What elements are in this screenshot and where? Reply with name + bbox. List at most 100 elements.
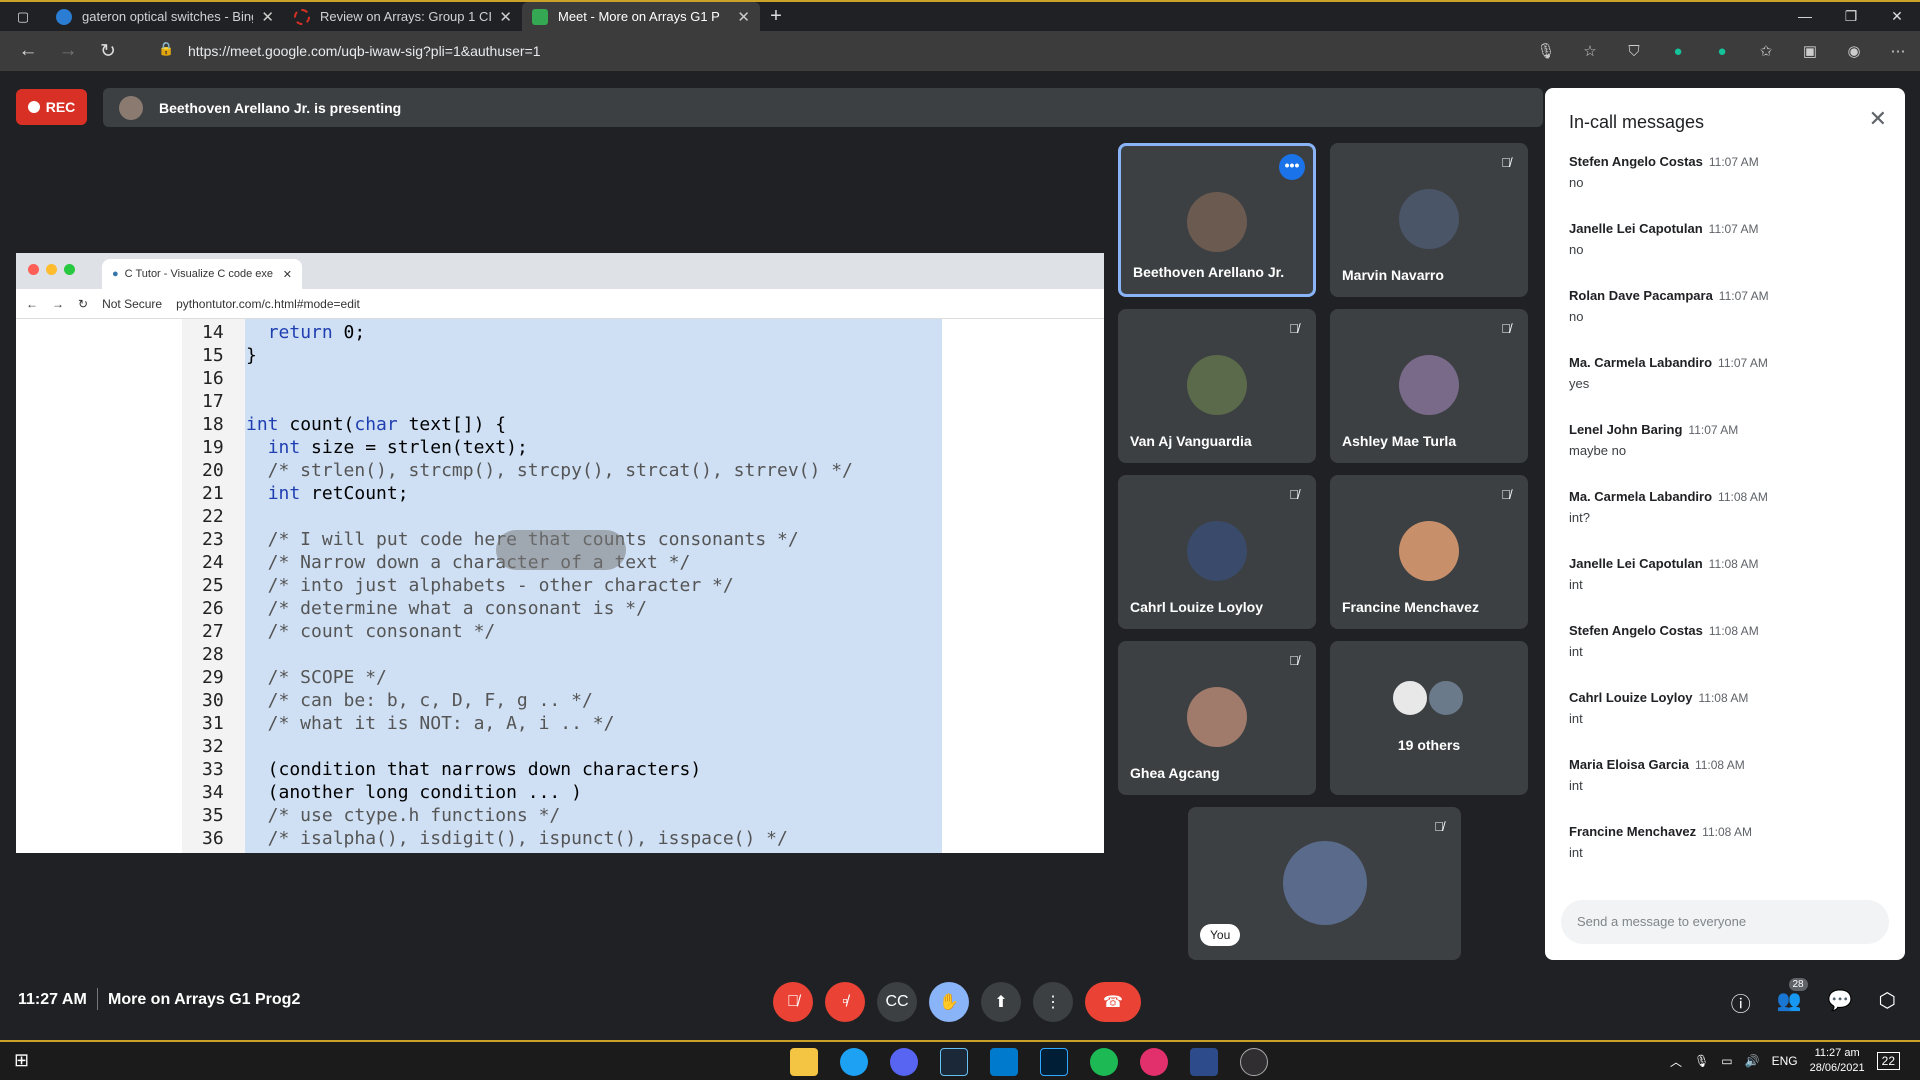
more-options-icon[interactable]: ••• [1279, 154, 1305, 180]
edge-icon[interactable] [840, 1048, 868, 1076]
chat-message: Ma. Carmela Labandiro 11:07 AM yes [1569, 355, 1889, 422]
avatar [1187, 687, 1247, 747]
favorites-icon[interactable]: ✩ [1754, 39, 1778, 63]
line-number: 32 [202, 736, 224, 757]
line-number: 33 [202, 759, 224, 780]
camera-toggle-button[interactable]: ▫̸ [825, 982, 865, 1022]
minimize-icon[interactable]: — [1782, 2, 1828, 31]
participant-tile[interactable]: 🎙̸ Van Aj Vanguardia [1118, 309, 1316, 463]
url-field[interactable]: https://meet.google.com/uqb-iwaw-sig?pli… [188, 43, 541, 59]
steam-icon[interactable] [940, 1048, 968, 1076]
participant-tile[interactable]: 🎙̸ Marvin Navarro [1330, 143, 1528, 297]
code-line: 32 [202, 735, 853, 758]
file-explorer-icon[interactable] [790, 1048, 818, 1076]
code-text: (condition that narrows down characters) [246, 759, 702, 780]
info-icon[interactable]: ⓘ [1731, 988, 1751, 1017]
message-header: Ma. Carmela Labandiro 11:07 AM [1569, 355, 1889, 370]
participant-tile[interactable]: 🎙̸ Cahrl Louize Loyloy [1118, 475, 1316, 629]
chat-icon[interactable]: 💬 [1828, 988, 1853, 1017]
grammarly-icon[interactable]: ● [1666, 39, 1690, 63]
mic-off-icon: 🎙̸ [1501, 321, 1511, 336]
tab-bing[interactable]: gateron optical switches - Bing ✕ [46, 2, 284, 31]
maximize-icon[interactable]: ❐ [1828, 2, 1874, 31]
leave-call-button[interactable]: ☎ [1085, 982, 1141, 1022]
shared-tab-title: C Tutor - Visualize C code exe [124, 268, 274, 280]
mic-toggle-button[interactable]: 🎙̸ [773, 982, 813, 1022]
participant-tile[interactable]: 🎙̸ Francine Menchavez [1330, 475, 1528, 629]
profile-icon[interactable]: ◉ [1842, 39, 1866, 63]
address-bar: ← → ↻ 🔒 https://meet.google.com/uqb-iwaw… [0, 31, 1920, 71]
lock-icon[interactable]: 🔒 [158, 41, 174, 57]
code-line: 29 /* SCOPE */ [202, 666, 853, 689]
close-tab-icon[interactable]: ✕ [737, 8, 750, 26]
message-header: Lenel John Baring 11:07 AM [1569, 422, 1889, 437]
close-icon[interactable]: ✕ [1869, 106, 1887, 132]
discord-icon[interactable] [890, 1048, 918, 1076]
back-icon[interactable]: ← [8, 40, 48, 62]
message-header: Francine Menchavez 11:08 AM [1569, 824, 1889, 839]
code-text: /* can be: b, c, D, F, g .. */ [246, 690, 593, 711]
volume-icon[interactable]: 🔊 [1745, 1054, 1760, 1068]
spotify-icon[interactable] [1090, 1048, 1118, 1076]
mic-tray-icon[interactable]: 🎙 [1694, 1054, 1709, 1068]
photoshop-icon[interactable] [1040, 1048, 1068, 1076]
notification-icon[interactable]: 22 [1876, 1052, 1900, 1070]
mic-off-icon: 🎙̸ [1501, 155, 1511, 170]
more-icon[interactable]: ⋯ [1886, 39, 1910, 63]
people-icon[interactable]: 👥 28 [1777, 978, 1808, 1017]
tray-chevron-icon[interactable]: ︿ [1670, 1053, 1682, 1070]
message-text: int? [1569, 510, 1590, 525]
shield-icon[interactable]: ⛉ [1622, 39, 1646, 63]
favorite-star-icon[interactable]: ☆ [1578, 39, 1602, 63]
code-text: /* SCOPE */ [246, 667, 387, 688]
shared-tab: ● C Tutor - Visualize C code exe ✕ [102, 259, 302, 289]
messenger-icon[interactable] [1140, 1048, 1168, 1076]
extension-icons: 🎙 ☆ ⛉ ● ● ✩ ▣ ◉ ⋯ [1534, 39, 1910, 63]
code-line: 17 [202, 390, 853, 413]
code-line: 28 [202, 643, 853, 666]
collections-icon[interactable]: ▣ [1798, 39, 1822, 63]
microphone-icon[interactable]: 🎙 [1534, 39, 1558, 63]
language-label[interactable]: ENG [1772, 1054, 1798, 1068]
chat-message: Cahrl Louize Loyloy 11:08 AM int [1569, 690, 1889, 757]
reload-icon: ↻ [78, 296, 89, 311]
chat-message: Ma. Carmela Labandiro 11:08 AM int? [1569, 489, 1889, 556]
tab-actions-icon[interactable]: ▢ [0, 2, 46, 31]
network-icon[interactable]: ▭ [1721, 1054, 1732, 1068]
taskbar: ⊞ ︿ 🎙 ▭ 🔊 ENG 11:27 am 28/06/2021 22 [0, 1040, 1920, 1080]
vscode-icon[interactable] [990, 1048, 1018, 1076]
line-number: 16 [202, 368, 224, 389]
captions-button[interactable]: CC [877, 982, 917, 1022]
code-line: 18 int count(char text[]) { [202, 413, 853, 436]
message-text: int [1569, 577, 1583, 592]
participant-tile[interactable]: 🎙̸ Ashley Mae Turla [1330, 309, 1528, 463]
forward-icon[interactable]: → [48, 40, 88, 62]
tab-meet[interactable]: Meet - More on Arrays G1 P ✕ [522, 2, 760, 31]
message-time: 11:08 AM [1698, 691, 1749, 705]
devcpp-icon[interactable] [1190, 1048, 1218, 1076]
close-tab-icon[interactable]: ✕ [499, 8, 512, 26]
activities-icon[interactable]: ⬡ [1879, 988, 1896, 1017]
self-tile[interactable]: 🎙̸ You [1188, 807, 1461, 960]
reload-icon[interactable]: ↻ [88, 40, 128, 63]
new-tab-button[interactable]: + [760, 5, 792, 28]
participant-tile[interactable]: ••• Beethoven Arellano Jr. [1118, 143, 1316, 297]
message-text: int [1569, 711, 1583, 726]
mic-off-icon: 🎙̸ [1434, 819, 1444, 834]
windows-start-icon[interactable]: ⊞ [14, 1050, 29, 1071]
message-header: Stefen Angelo Costas 11:07 AM [1569, 154, 1889, 169]
you-label: You [1200, 924, 1241, 946]
participant-tile[interactable]: 🎙̸ Ghea Agcang [1118, 641, 1316, 795]
raise-hand-button[interactable]: ✋ [929, 982, 969, 1022]
chat-input[interactable]: Send a message to everyone [1561, 900, 1889, 944]
tab-review[interactable]: Review on Arrays: Group 1 CIS 1 ✕ [284, 2, 522, 31]
present-button[interactable]: ⬆ [981, 982, 1021, 1022]
obs-icon[interactable] [1240, 1048, 1268, 1076]
close-tab-icon[interactable]: ✕ [261, 8, 274, 26]
close-window-icon[interactable]: ✕ [1874, 2, 1920, 31]
participant-tile[interactable]: 19 others [1330, 641, 1528, 795]
more-options-button[interactable]: ⋮ [1033, 982, 1073, 1022]
participant-name: Francine Menchavez [1342, 599, 1479, 615]
grammarly-icon[interactable]: ● [1710, 39, 1734, 63]
clock[interactable]: 11:27 am 28/06/2021 [1810, 1046, 1865, 1076]
